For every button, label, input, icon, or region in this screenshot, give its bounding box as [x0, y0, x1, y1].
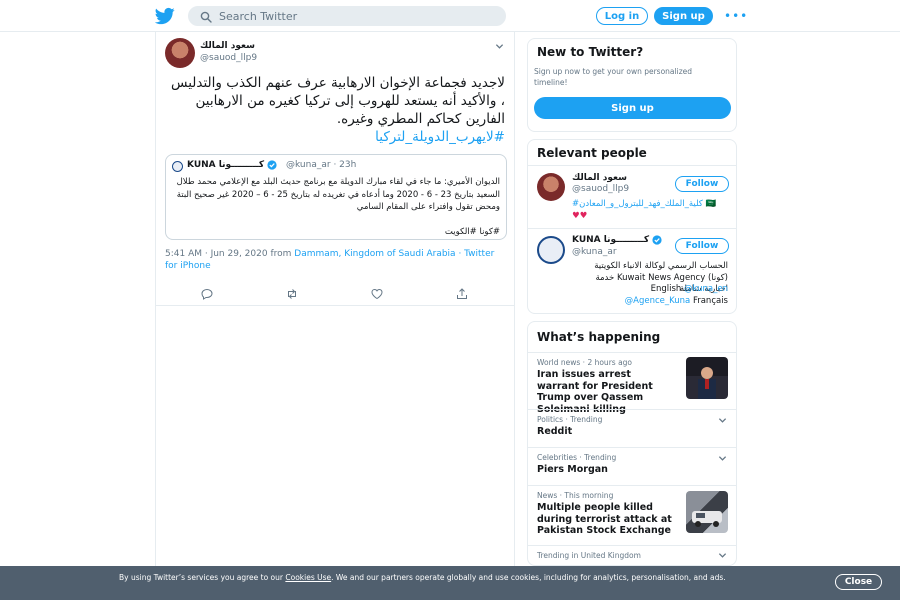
chevron-down-icon[interactable] [718, 416, 727, 425]
quoted-author-handle: @kuna_ar · 23h [286, 160, 356, 170]
person-name-text: سعود المالك [572, 173, 627, 183]
new-to-twitter-description: Sign up now to get your own personalized… [534, 67, 693, 87]
quoted-name-text: KUNA كـــــــــونا [187, 160, 265, 170]
tweet-actions [156, 282, 514, 306]
trend-title: Multiple people killed during terrorist … [537, 502, 672, 536]
cookie-text-after: . We and our partners operate globally a… [331, 573, 726, 582]
tweet-timestamp[interactable]: 5:41 AM · Jun 29, 2020 from [165, 249, 291, 259]
bio-kuna-fr-link[interactable]: @Agence_Kuna [625, 296, 691, 306]
quoted-handle-text: @kuna_ar [286, 160, 331, 170]
saudi-flag-icon: 🇸🇦 [705, 199, 717, 209]
cookie-text-before: By using Twitter’s services you agree to… [119, 573, 283, 582]
person-name-text: KUNA كـــــــــونا [572, 235, 650, 245]
top-bar: Log in Sign up ••• [0, 0, 900, 32]
trend-context: Trending in United Kingdom [537, 551, 641, 560]
close-button[interactable]: Close [835, 574, 882, 590]
login-button[interactable]: Log in [596, 7, 648, 25]
cookie-text: By using Twitter’s services you agree to… [119, 572, 739, 583]
tweet-body: لاجديد فجماعة الإخوان الارهابية عرف عنهم… [171, 75, 505, 127]
trend-context: News · This morning [537, 491, 614, 500]
trend-context: Politics · Trending [537, 415, 603, 424]
cookies-use-link[interactable]: Cookies Use [285, 573, 331, 582]
news-photo-icon [698, 367, 716, 399]
trend-item[interactable]: Celebrities · Trending Piers Morgan [528, 447, 736, 485]
person-handle[interactable]: @kuna_ar [572, 247, 617, 257]
signup-button[interactable]: Sign up [654, 7, 713, 25]
search-icon [200, 11, 212, 23]
news-thumbnail [686, 357, 728, 399]
retweet-icon[interactable] [286, 288, 298, 300]
like-heart-icon[interactable] [371, 288, 383, 300]
trend-item[interactable]: Trending in United Kingdom [528, 545, 736, 565]
person-handle[interactable]: @sauod_llp9 [572, 184, 629, 194]
avatar[interactable] [165, 38, 195, 68]
twitter-bird-icon[interactable] [155, 6, 175, 26]
tweet-text: لاجديد فجماعة الإخوان الارهابية عرف عنهم… [165, 74, 505, 146]
person-name[interactable]: KUNA كـــــــــونا [572, 235, 662, 245]
more-menu-icon[interactable]: ••• [724, 10, 748, 22]
trend-context: Celebrities · Trending [537, 453, 617, 462]
tweet-location-link[interactable]: Dammam, Kingdom of Saudi Arabia [294, 249, 455, 259]
quoted-text: الديوان الأميري: ما جاء في لقاء مبارك ال… [174, 176, 500, 239]
bio-french-label: Français [692, 295, 728, 306]
kuna-logo-icon [172, 161, 183, 172]
share-icon[interactable] [456, 288, 468, 300]
trend-title: Piers Morgan [537, 464, 608, 475]
bio-english-label: English [650, 284, 682, 294]
quoted-body: الديوان الأميري: ما جاء في لقاء مبارك ال… [176, 177, 500, 212]
person-bio-links: English @kuna_en @Agence_Kuna Français [572, 284, 728, 307]
person-name[interactable]: سعود المالك [572, 173, 627, 183]
whats-happening-card: What’s happening World news · 2 hours ag… [527, 321, 737, 566]
new-to-twitter-card: New to Twitter? Sign up now to get your … [527, 38, 737, 132]
new-to-twitter-title: New to Twitter? [537, 45, 644, 59]
trend-item[interactable]: World news · 2 hours ago Iran issues arr… [528, 352, 736, 415]
person-bio: #كلية_الملك_فهد_للبترول_و_المعادن 🇸🇦 ♥♥ [572, 199, 728, 222]
heart-emoji-icon: ♥♥ [572, 210, 588, 221]
news-photo-icon [692, 511, 722, 527]
relevant-people-title: Relevant people [537, 146, 647, 160]
search-box[interactable] [188, 6, 506, 26]
bio-hashtag-link[interactable]: #كلية_الملك_فهد_للبترول_و_المعادن [572, 199, 703, 209]
tweet-hashtag[interactable]: #لايهرب_الدويلة_لتركيا [375, 129, 505, 145]
cookie-banner: By using Twitter’s services you agree to… [0, 566, 900, 600]
bio-kuna-en-link[interactable]: @kuna_en [684, 284, 728, 294]
verified-badge-icon [652, 235, 662, 245]
sidebar-signup-button[interactable]: Sign up [534, 97, 731, 119]
verified-badge-icon [267, 160, 277, 170]
chevron-down-icon[interactable] [495, 42, 504, 51]
trend-item[interactable]: News · This morning Multiple people kill… [528, 485, 736, 545]
trend-context: World news · 2 hours ago [537, 358, 633, 367]
tweet-author-handle[interactable]: @sauod_llp9 [200, 53, 257, 63]
kuna-logo-icon[interactable] [537, 236, 565, 264]
chevron-down-icon[interactable] [718, 551, 727, 560]
follow-button[interactable]: Follow [675, 176, 729, 192]
divider [528, 228, 736, 229]
search-input[interactable] [219, 7, 499, 25]
avatar[interactable] [537, 173, 565, 201]
relevant-people-card: Relevant people سعود المالك @sauod_llp9 … [527, 139, 737, 314]
tweet-column: سعود المالك @sauod_llp9 لاجديد فجماعة ال… [155, 32, 515, 600]
divider [528, 165, 736, 166]
follow-button[interactable]: Follow [675, 238, 729, 254]
news-thumbnail [686, 491, 728, 533]
tweet-author-name[interactable]: سعود المالك [200, 41, 255, 51]
trend-item[interactable]: Politics · Trending Reddit [528, 409, 736, 447]
trend-title: Reddit [537, 426, 573, 437]
tweet-metadata: 5:41 AM · Jun 29, 2020 from Dammam, King… [165, 248, 505, 272]
quoted-time: · 23h [333, 160, 357, 170]
chevron-down-icon[interactable] [718, 454, 727, 463]
quoted-author-name: KUNA كـــــــــونا [187, 160, 277, 170]
quoted-tweet[interactable]: KUNA كـــــــــونا @kuna_ar · 23h الديوا… [165, 154, 507, 240]
whats-happening-title: What’s happening [537, 330, 661, 344]
quoted-hashtags: #كونا #الكويت [444, 227, 500, 237]
reply-icon[interactable] [201, 288, 213, 300]
